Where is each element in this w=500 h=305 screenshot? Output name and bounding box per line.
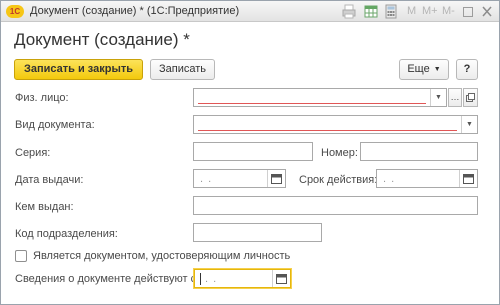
- number-label: Номер:: [321, 147, 358, 159]
- window-title: Документ (создание) * (1С:Предприятие): [30, 5, 240, 17]
- table-icon[interactable]: [364, 4, 378, 19]
- more-label: Еще: [407, 63, 430, 75]
- series-field[interactable]: [193, 142, 313, 161]
- document-window: 1С Документ (создание) * (1С:Предприятие…: [0, 0, 500, 305]
- app-logo: 1С: [6, 5, 24, 18]
- calendar-icon[interactable]: [459, 170, 477, 187]
- dept-code-label: Код подразделения:: [15, 228, 118, 240]
- issued-by-field[interactable]: [193, 196, 478, 215]
- validation-underline: [198, 130, 457, 131]
- title-bar: 1С Документ (создание) * (1С:Предприятие…: [1, 1, 499, 22]
- valid-until-value: . .: [383, 173, 396, 185]
- doc-type-label: Вид документа:: [15, 119, 95, 131]
- save-and-close-button[interactable]: Записать и закрыть: [14, 59, 143, 80]
- save-button[interactable]: Записать: [150, 59, 215, 80]
- series-label: Серия:: [15, 147, 51, 159]
- memory-minus-button[interactable]: M-: [442, 5, 455, 17]
- page-title: Документ (создание) *: [14, 30, 190, 49]
- help-button[interactable]: ?: [456, 59, 478, 80]
- calculator-icon[interactable]: [385, 4, 397, 19]
- person-label: Физ. лицо:: [15, 92, 69, 104]
- memory-button[interactable]: M: [407, 5, 416, 17]
- is-identity-checkbox[interactable]: [15, 250, 27, 262]
- printer-icon[interactable]: [342, 4, 356, 19]
- text-cursor: [200, 273, 201, 285]
- close-icon[interactable]: [481, 4, 493, 19]
- doc-type-field[interactable]: ▼: [193, 115, 478, 134]
- memory-plus-button[interactable]: M+: [422, 5, 438, 17]
- issue-date-field[interactable]: . .: [193, 169, 286, 188]
- chevron-down-icon[interactable]: ▼: [430, 89, 446, 106]
- calendar-icon[interactable]: [267, 170, 285, 187]
- calendar-icon[interactable]: [272, 270, 290, 287]
- valid-until-field[interactable]: . .: [376, 169, 478, 188]
- validation-underline: [198, 103, 426, 104]
- open-link-icon[interactable]: [463, 88, 478, 107]
- dept-code-field[interactable]: [193, 223, 322, 242]
- issue-date-label: Дата выдачи:: [15, 174, 84, 186]
- issued-by-label: Кем выдан:: [15, 201, 74, 213]
- number-field[interactable]: [360, 142, 478, 161]
- more-menu-button[interactable]: Еще ▼: [399, 59, 449, 80]
- valid-until-label: Срок действия:: [299, 174, 378, 186]
- valid-from-field[interactable]: . .: [194, 269, 291, 288]
- ellipsis-icon[interactable]: …: [448, 88, 462, 107]
- issue-date-value: . .: [200, 173, 213, 185]
- valid-from-value: . .: [205, 273, 218, 285]
- expand-icon[interactable]: [462, 4, 474, 19]
- is-identity-label: Является документом, удостоверяющим личн…: [33, 250, 291, 262]
- valid-from-label: Сведения о документе действуют с:: [15, 273, 200, 285]
- person-field[interactable]: ▼: [193, 88, 447, 107]
- chevron-down-icon[interactable]: ▼: [461, 116, 477, 133]
- chevron-down-icon: ▼: [433, 66, 441, 73]
